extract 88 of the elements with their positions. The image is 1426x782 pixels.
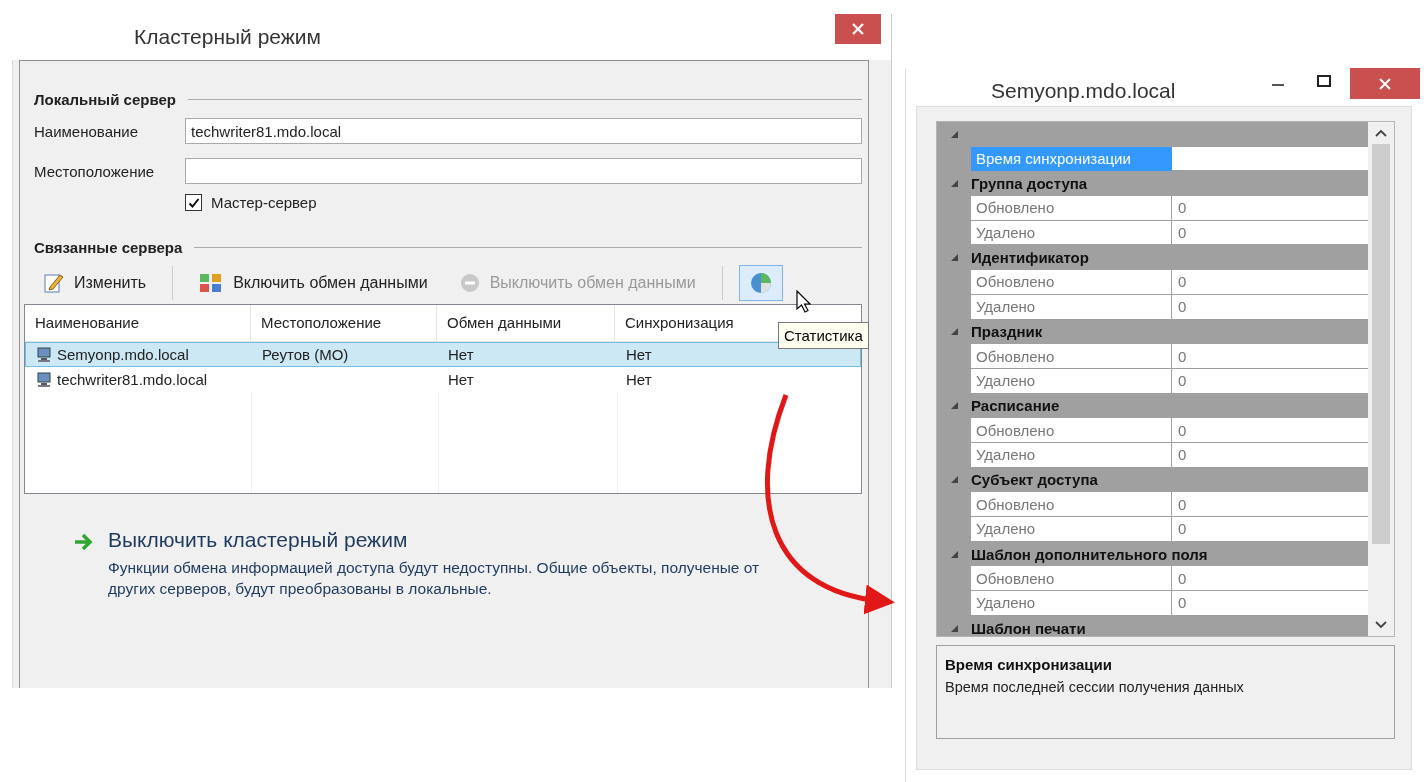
column-header[interactable]: Местоположение — [251, 305, 437, 341]
section-heading: Локальный сервер — [34, 91, 176, 108]
property-value-cell[interactable]: 0 — [1172, 220, 1368, 246]
maximize-icon — [1317, 74, 1331, 88]
field-label: Местоположение — [34, 162, 156, 180]
table-cell: Нет — [626, 371, 652, 388]
property-name[interactable]: Удалено — [971, 442, 1172, 468]
property-value-cell[interactable]: 0 — [1172, 368, 1368, 394]
exchange-icon — [199, 272, 224, 294]
table-cell: Semyonp.mdo.local — [57, 346, 189, 363]
property-name[interactable]: Обновлено — [971, 344, 1172, 369]
description-text: Время последней сессии получения данных — [945, 679, 1245, 695]
property-value-cell[interactable] — [1172, 146, 1368, 172]
table-cell: Нет — [626, 346, 652, 363]
pencil-paper-icon — [44, 272, 64, 294]
property-name[interactable]: Удалено — [971, 294, 1172, 320]
computer-icon — [36, 346, 52, 363]
property-value-cell[interactable]: 0 — [1172, 294, 1368, 320]
property-value-cell[interactable]: 0 — [1172, 270, 1368, 295]
minus-circle-icon — [459, 273, 480, 293]
category-name: Субъект доступа — [971, 471, 1098, 489]
category-name: Расписание — [971, 397, 1060, 415]
close-icon — [851, 22, 865, 36]
collapse-icon[interactable] — [949, 253, 959, 263]
edit-button[interactable]: Изменить — [34, 265, 157, 301]
table-cell: techwriter81.mdo.local — [57, 371, 208, 388]
minimize-icon — [1272, 84, 1284, 86]
property-name[interactable]: Обновлено — [971, 566, 1172, 592]
window-title: Semyonp.mdo.local — [991, 79, 1176, 103]
table-cell: Реутов (МО) — [262, 346, 349, 363]
field-label: Наименование — [34, 122, 139, 140]
property-name[interactable]: Удалено — [971, 220, 1172, 246]
collapse-icon[interactable] — [949, 327, 959, 337]
property-name[interactable]: Обновлено — [971, 492, 1172, 517]
property-value-cell[interactable]: 0 — [1172, 418, 1368, 443]
property-value-cell[interactable]: 0 — [1172, 566, 1368, 592]
property-value-cell[interactable]: 0 — [1172, 196, 1368, 221]
property-value-cell[interactable]: 0 — [1172, 344, 1368, 369]
table-cell: Нет — [448, 346, 474, 363]
scroll-up-icon[interactable] — [1375, 128, 1387, 138]
column-header[interactable]: Обмен данными — [437, 305, 615, 341]
category-name: Шаблон дополнительного поля — [971, 545, 1208, 563]
property-name[interactable]: Обновлено — [971, 196, 1172, 221]
arrow-right-icon — [74, 533, 94, 551]
property-name[interactable]: Обновлено — [971, 270, 1172, 295]
property-value-cell[interactable]: 0 — [1172, 442, 1368, 468]
tooltip: Статистика — [778, 322, 869, 349]
pie-chart-icon — [748, 271, 773, 295]
collapse-icon[interactable] — [949, 179, 959, 189]
property-value-cell[interactable]: 0 — [1172, 492, 1368, 517]
enable-exchange-button[interactable]: Включить обмен данными — [189, 265, 438, 301]
checkbox-label: Мастер-сервер — [211, 194, 317, 211]
computer-icon — [36, 371, 52, 388]
collapse-icon[interactable] — [949, 549, 959, 559]
property-name[interactable]: Удалено — [971, 591, 1172, 616]
disable-cluster-link[interactable]: Выключить кластерный режим — [108, 528, 788, 552]
section-heading: Связанные сервера — [34, 239, 183, 256]
column-header[interactable]: Наименование — [25, 305, 251, 341]
collapse-icon[interactable] — [949, 129, 959, 139]
input-field[interactable] — [185, 158, 862, 184]
category-name: Шаблон печати — [971, 619, 1086, 636]
action-description: Функции обмена информацией доступа будут недоступны. Общие объекты, полученые от других серверов, будут преобразованы в локальные. — [108, 558, 761, 599]
close-icon — [1378, 76, 1392, 91]
collapse-icon[interactable] — [949, 475, 959, 485]
category-name: Группа доступа — [971, 175, 1088, 193]
scrollbar[interactable] — [1368, 122, 1394, 636]
statistics-button[interactable] — [738, 265, 783, 301]
table-row[interactable]: Semyonp.mdo.local Реутов (МО) Нет Нет — [25, 342, 861, 367]
table-cell: Нет — [448, 371, 474, 388]
property-name[interactable]: Удалено — [971, 368, 1172, 394]
scroll-down-icon[interactable] — [1375, 620, 1387, 630]
input-field[interactable]: techwriter81.mdo.local — [185, 118, 862, 144]
property-value-cell[interactable]: 0 — [1172, 591, 1368, 616]
checkbox[interactable] — [185, 194, 202, 211]
property-name[interactable]: Время синхронизации — [971, 146, 1172, 172]
close-button[interactable] — [1350, 68, 1420, 99]
table-row[interactable]: techwriter81.mdo.local Нет Нет — [25, 367, 861, 392]
scrollbar-thumb[interactable] — [1372, 144, 1390, 544]
category-name: Праздник — [971, 323, 1043, 341]
property-name[interactable]: Обновлено — [971, 418, 1172, 443]
collapse-icon[interactable] — [949, 401, 959, 411]
category-name: Идентификатор — [971, 249, 1089, 267]
description-title: Время синхронизации — [945, 656, 1113, 673]
property-value-cell[interactable]: 0 — [1172, 517, 1368, 542]
window-title: Кластерный режим — [134, 25, 321, 49]
collapse-icon[interactable] — [949, 623, 959, 633]
close-button[interactable] — [835, 14, 881, 44]
property-name[interactable]: Удалено — [971, 517, 1172, 542]
